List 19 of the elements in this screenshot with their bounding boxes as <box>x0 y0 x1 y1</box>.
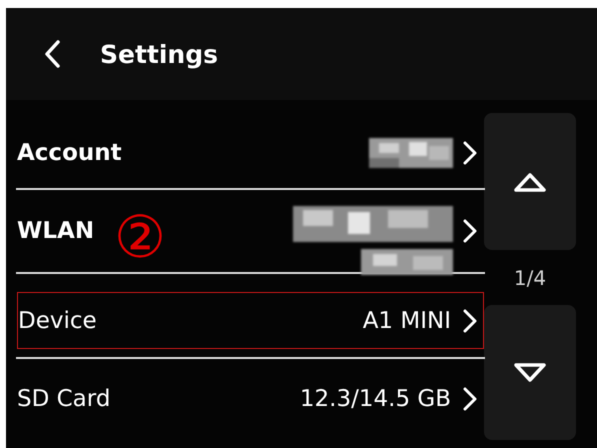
page-indicator: 1/4 <box>512 264 548 292</box>
chevron-icon <box>463 141 477 165</box>
annotation-mark: ② <box>114 208 166 266</box>
screen-title: Settings <box>100 40 218 68</box>
page-up-button[interactable] <box>484 113 576 250</box>
down-triangle-icon <box>513 362 547 384</box>
row-value: A1 MINI <box>362 308 451 334</box>
up-triangle-icon <box>513 170 547 192</box>
back-icon[interactable] <box>44 40 60 68</box>
chevron-icon <box>463 308 477 332</box>
row-value: 12.3/14.5 GB <box>300 386 451 412</box>
highlighted-row[interactable]: Device A1 MINI <box>17 292 484 349</box>
row-label: SD Card <box>17 386 110 412</box>
chevron-icon <box>463 219 477 243</box>
page-down-button[interactable] <box>484 305 576 440</box>
chevron-icon <box>463 387 477 411</box>
row-label: Account <box>17 140 122 166</box>
row-label: WLAN <box>17 218 94 244</box>
row-label: Device <box>18 308 97 334</box>
